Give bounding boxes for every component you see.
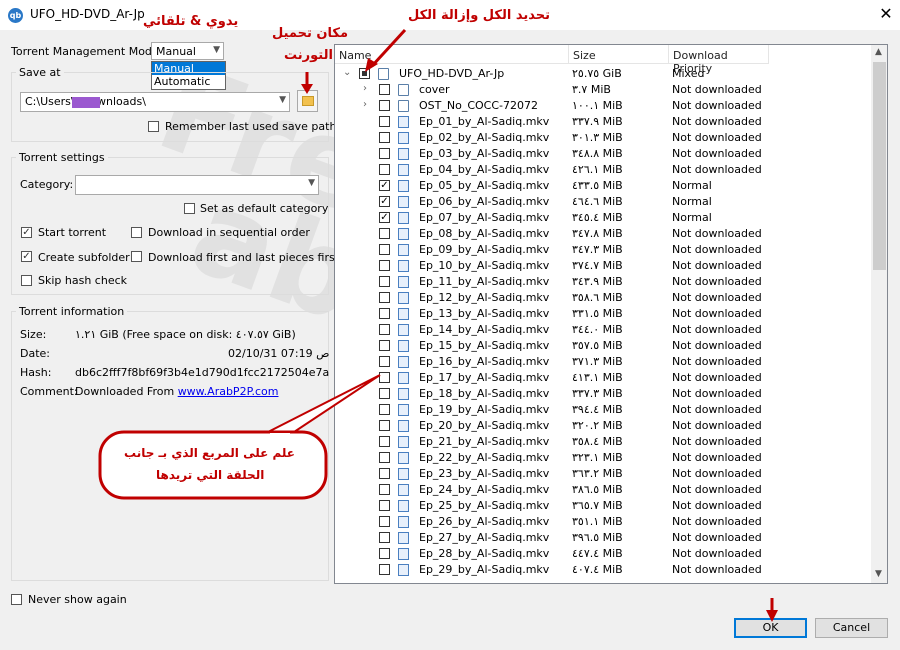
bubble-tail-mask xyxy=(270,433,290,439)
arrow-select-all xyxy=(370,28,407,68)
annotation-arrows xyxy=(98,28,778,622)
bubble-tail xyxy=(265,374,381,440)
annotation-save-location-2: التورنت xyxy=(284,48,333,63)
annotation-manual-auto: يدوي & تلقائي xyxy=(143,14,239,29)
annotation-select-all: تحديد الكل وإزالة الكل xyxy=(408,8,550,23)
bubble-text-line-1: علم على المربع الذي بـ جانب xyxy=(124,446,295,460)
annotation-save-location-1: مكان تحميل xyxy=(272,26,348,41)
arrow-head xyxy=(301,84,313,94)
bubble-text-line-2: الحلقة التي تريدها xyxy=(156,468,265,482)
callout-bubble xyxy=(98,430,328,500)
arrow-head xyxy=(766,610,778,622)
